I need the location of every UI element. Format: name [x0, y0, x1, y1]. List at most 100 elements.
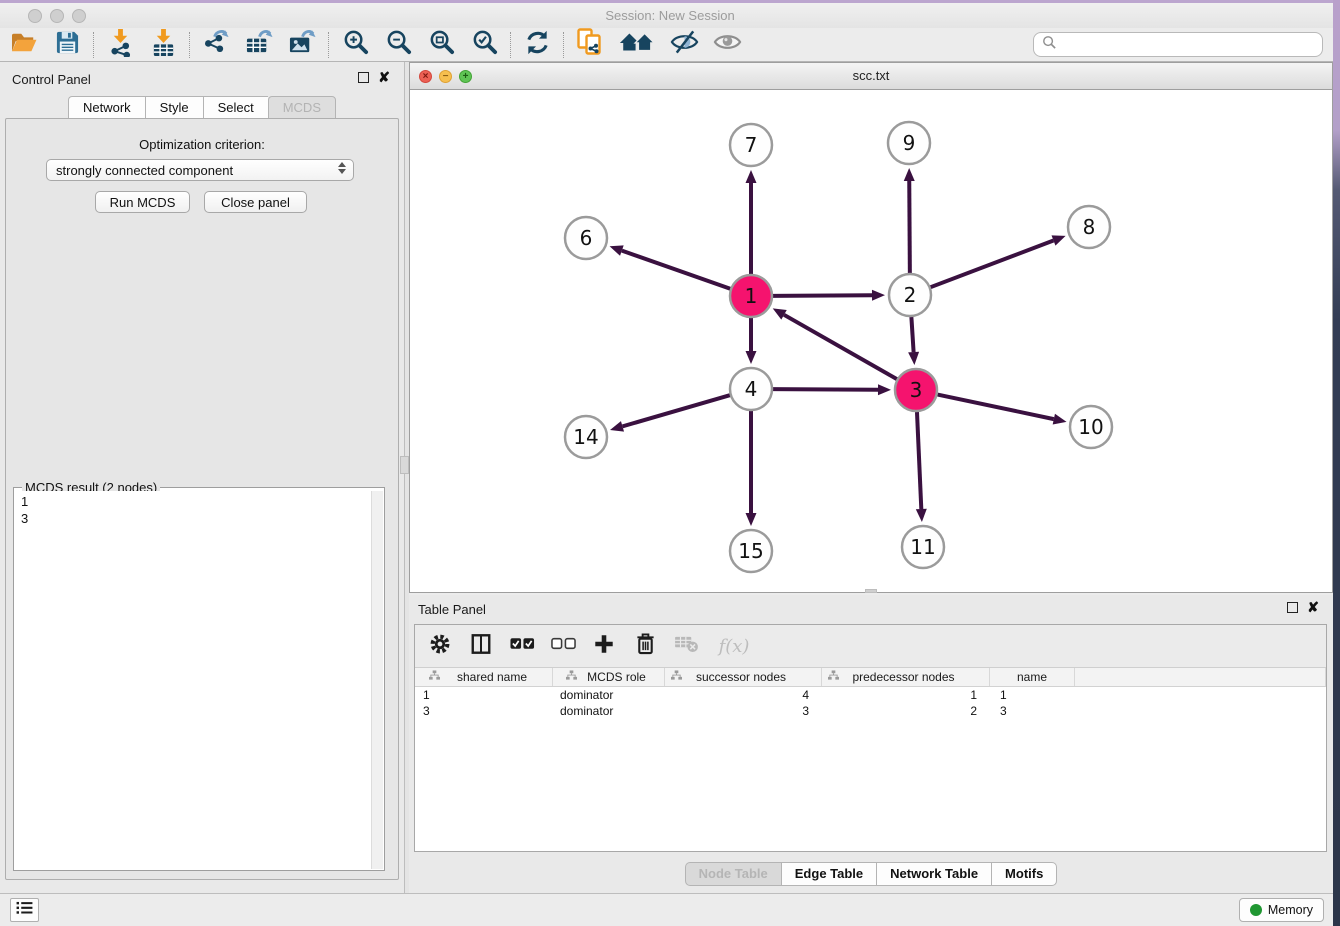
- graph-node-6[interactable]: 6: [565, 217, 607, 259]
- svg-text:10: 10: [1078, 415, 1103, 439]
- graph-node-4[interactable]: 4: [730, 368, 772, 410]
- column-header-name[interactable]: name: [990, 668, 1075, 686]
- tab-edge-table[interactable]: Edge Table: [781, 862, 876, 886]
- export-image-button[interactable]: [286, 30, 318, 60]
- new-network-from-selection-button[interactable]: [574, 30, 606, 60]
- show-all-button[interactable]: [711, 30, 743, 60]
- function-builder-button[interactable]: f(x): [714, 633, 754, 659]
- export-network-button[interactable]: [200, 30, 232, 60]
- tab-network-table[interactable]: Network Table: [876, 862, 991, 886]
- column-header-successor-nodes[interactable]: successor nodes: [665, 668, 822, 686]
- tab-select[interactable]: Select: [203, 96, 268, 120]
- cell-mcds-role[interactable]: dominator: [553, 687, 665, 703]
- tab-motifs[interactable]: Motifs: [991, 862, 1057, 886]
- cell-successor-nodes[interactable]: 3: [665, 703, 822, 719]
- column-header-predecessor-nodes[interactable]: predecessor nodes: [822, 668, 990, 686]
- graph-node-2[interactable]: 2: [889, 274, 931, 316]
- network-window-titlebar[interactable]: × − + scc.txt: [409, 62, 1333, 90]
- graph-edge[interactable]: [931, 240, 1054, 287]
- tab-network[interactable]: Network: [68, 96, 145, 120]
- network-view-window: × − + scc.txt 1 2 3 4 6 7 8 9 10 11 14 15: [409, 62, 1333, 593]
- tab-style[interactable]: Style: [145, 96, 203, 120]
- network-close-button[interactable]: ×: [419, 70, 432, 83]
- plus-icon: [593, 633, 615, 660]
- maximize-window-button[interactable]: [72, 9, 86, 23]
- graph-edge[interactable]: [773, 389, 878, 390]
- graph-edge[interactable]: [622, 395, 729, 426]
- cell-mcds-role[interactable]: dominator: [553, 703, 665, 719]
- graph-edge-arrowhead: [610, 421, 624, 432]
- splitter-grip[interactable]: [400, 456, 409, 474]
- close-panel-icon[interactable]: ✘: [378, 72, 390, 83]
- graph-edge[interactable]: [909, 181, 910, 273]
- graph-node-7[interactable]: 7: [730, 124, 772, 166]
- export-table-button[interactable]: [243, 30, 275, 60]
- refresh-icon: [524, 29, 551, 61]
- graph-node-10[interactable]: 10: [1070, 406, 1112, 448]
- delete-row-button[interactable]: [632, 633, 658, 659]
- task-history-button[interactable]: [10, 898, 39, 922]
- hide-selected-button[interactable]: [668, 30, 700, 60]
- float-table-panel-icon[interactable]: [1287, 602, 1298, 613]
- memory-button[interactable]: Memory: [1239, 898, 1324, 922]
- graph-node-3[interactable]: 3: [895, 369, 937, 411]
- graph-node-1[interactable]: 1: [730, 275, 772, 317]
- cell-shared-name[interactable]: 1: [415, 687, 553, 703]
- refresh-button[interactable]: [521, 30, 553, 60]
- deselect-all-button[interactable]: [550, 633, 576, 659]
- mcds-result-text[interactable]: 1 3: [15, 491, 370, 869]
- tab-mcds[interactable]: MCDS: [268, 96, 336, 120]
- run-mcds-button[interactable]: Run MCDS: [95, 191, 190, 213]
- cell-predecessor-nodes[interactable]: 2: [822, 703, 990, 719]
- graph-node-15[interactable]: 15: [730, 530, 772, 572]
- network-maximize-button[interactable]: +: [459, 70, 472, 83]
- open-session-button[interactable]: [8, 30, 40, 60]
- import-table-button[interactable]: [147, 30, 179, 60]
- tab-node-table[interactable]: Node Table: [685, 862, 781, 886]
- show-columns-button[interactable]: [468, 633, 494, 659]
- graph-node-14[interactable]: 14: [565, 416, 607, 458]
- cell-successor-nodes[interactable]: 4: [665, 687, 822, 703]
- network-canvas[interactable]: 1 2 3 4 6 7 8 9 10 11 14 15: [409, 90, 1333, 593]
- zoom-selected-button[interactable]: [468, 30, 500, 60]
- zoom-fit-button[interactable]: [425, 30, 457, 60]
- select-all-button[interactable]: [509, 633, 535, 659]
- first-neighbors-button[interactable]: [617, 30, 657, 60]
- import-network-button[interactable]: [104, 30, 136, 60]
- minimize-window-button[interactable]: [50, 9, 64, 23]
- table-settings-button[interactable]: [427, 633, 453, 659]
- canvas-resize-grip[interactable]: [865, 589, 877, 593]
- zoom-out-button[interactable]: [382, 30, 414, 60]
- network-minimize-button[interactable]: −: [439, 70, 452, 83]
- criterion-dropdown[interactable]: strongly connected component: [46, 159, 354, 181]
- float-panel-icon[interactable]: [358, 72, 369, 83]
- result-scrollbar[interactable]: [371, 491, 383, 869]
- table-row[interactable]: 3 dominator 3 2 3: [415, 703, 1326, 719]
- graph-edge[interactable]: [622, 251, 730, 289]
- graph-node-9[interactable]: 9: [888, 122, 930, 164]
- graph-edge[interactable]: [938, 395, 1054, 420]
- search-input[interactable]: [1033, 32, 1323, 57]
- column-header-mcds-role[interactable]: MCDS role: [553, 668, 665, 686]
- close-window-button[interactable]: [28, 9, 42, 23]
- graph-node-8[interactable]: 8: [1068, 206, 1110, 248]
- graph-edge[interactable]: [917, 412, 921, 509]
- column-header-shared-name[interactable]: shared name: [415, 668, 553, 686]
- cell-shared-name[interactable]: 3: [415, 703, 553, 719]
- table-row[interactable]: 1 dominator 4 1 1: [415, 687, 1326, 703]
- close-panel-button[interactable]: Close panel: [204, 191, 307, 213]
- graph-edge[interactable]: [784, 315, 897, 379]
- close-table-panel-icon[interactable]: ✘: [1307, 602, 1319, 613]
- cell-predecessor-nodes[interactable]: 1: [822, 687, 990, 703]
- graph-edge-arrowhead: [746, 170, 757, 183]
- delete-table-button[interactable]: [673, 633, 699, 659]
- add-row-button[interactable]: [591, 633, 617, 659]
- app-titlebar[interactable]: Session: New Session: [0, 3, 1340, 28]
- graph-edge[interactable]: [911, 317, 913, 352]
- zoom-in-button[interactable]: [339, 30, 371, 60]
- save-session-button[interactable]: [51, 30, 83, 60]
- cell-name[interactable]: 3: [990, 703, 1075, 719]
- graph-node-11[interactable]: 11: [902, 526, 944, 568]
- graph-edge[interactable]: [773, 295, 872, 296]
- cell-name[interactable]: 1: [990, 687, 1075, 703]
